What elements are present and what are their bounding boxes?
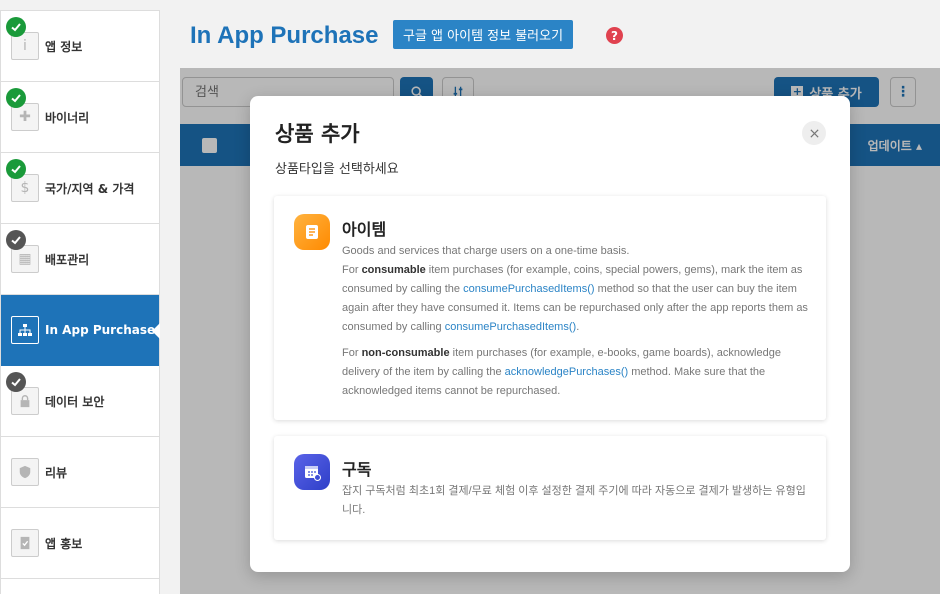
- sidebar-item-distribution[interactable]: ▦ 배포관리: [1, 224, 159, 295]
- hierarchy-icon: [11, 316, 39, 344]
- close-icon: [809, 128, 819, 138]
- check-icon: [6, 159, 26, 179]
- sidebar-item-label: 앱 홍보: [45, 536, 83, 551]
- check-icon: [6, 17, 26, 37]
- sidebar-item-label: 리뷰: [45, 465, 68, 480]
- consume-link[interactable]: consumePurchasedItems(): [445, 321, 576, 333]
- item-icon: [294, 214, 330, 250]
- help-icon[interactable]: ?: [606, 27, 623, 44]
- active-caret: [152, 323, 160, 339]
- subscription-card-title: 구독: [342, 460, 372, 479]
- shield-icon: [11, 458, 39, 486]
- sidebar-item-label: 데이터 보안: [45, 394, 105, 409]
- check-icon: [6, 88, 26, 108]
- modal-subtitle: 상품타입을 선택하세요: [275, 162, 399, 177]
- close-button[interactable]: [802, 121, 826, 145]
- check-icon: [6, 372, 26, 392]
- sidebar-item-in-app-purchase[interactable]: In App Purchase: [1, 295, 160, 366]
- item-type-card[interactable]: 아이템 Goods and services that charge users…: [274, 196, 826, 420]
- subscription-type-card[interactable]: 구독 잡지 구독처럼 최초1회 결제/무료 체험 이후 설정한 결제 주기에 따…: [274, 436, 826, 540]
- subscription-calendar-icon: [294, 454, 330, 490]
- sidebar-item-label: 배포관리: [45, 252, 90, 267]
- page-title: In App Purchase: [190, 22, 379, 49]
- sidebar-item-review[interactable]: 리뷰: [1, 437, 159, 508]
- sidebar-item-label: In App Purchase: [45, 323, 156, 337]
- document-check-icon: [11, 529, 39, 557]
- add-product-modal: 상품 추가 상품타입을 선택하세요 아이템 Goods and services…: [250, 96, 850, 572]
- sidebar-item-binary[interactable]: ✚ 바이너리: [1, 82, 159, 153]
- check-icon: [6, 230, 26, 250]
- sidebar-item-app-info[interactable]: i 앱 정보: [1, 11, 159, 82]
- import-google-items-button[interactable]: 구글 앱 아이템 정보 불러오기: [393, 20, 574, 49]
- subscription-card-description: 잡지 구독처럼 최초1회 결제/무료 체험 이후 설정한 결제 주기에 따라 자…: [342, 485, 806, 516]
- item-card-non-consumable: For non-consumable item purchases (for e…: [342, 347, 781, 397]
- sidebar-item-label: 국가/지역 & 가격: [45, 181, 135, 196]
- item-card-description: Goods and services that charge users on …: [342, 245, 808, 333]
- sidebar-item-label: 앱 정보: [45, 39, 83, 54]
- consume-link[interactable]: consumePurchasedItems(): [463, 283, 594, 295]
- sidebar-item-label: 바이너리: [45, 110, 90, 125]
- sidebar-item-promotion[interactable]: 앱 홍보: [1, 508, 159, 579]
- acknowledge-link[interactable]: acknowledgePurchases(): [505, 366, 629, 378]
- item-card-title: 아이템: [342, 220, 387, 239]
- modal-title: 상품 추가: [275, 122, 360, 146]
- sidebar: i 앱 정보 ✚ 바이너리 $ 국가/지역 & 가격 ▦ 배포관리 In App…: [0, 10, 160, 594]
- sidebar-item-country-price[interactable]: $ 국가/지역 & 가격: [1, 153, 159, 224]
- sidebar-item-data-security[interactable]: 데이터 보안: [1, 366, 159, 437]
